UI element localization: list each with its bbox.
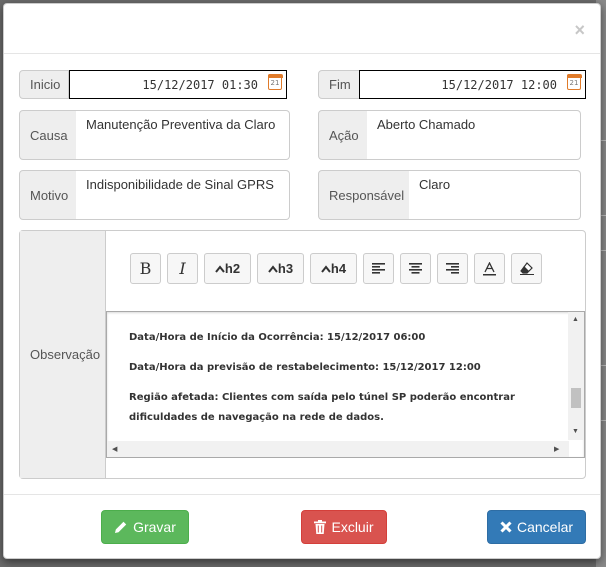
- gravar-button[interactable]: Gravar: [101, 510, 189, 544]
- causa-textarea[interactable]: Manutenção Preventiva da Claro: [76, 110, 290, 160]
- acao-label: Ação: [318, 110, 368, 160]
- modal-footer-divider: [4, 494, 600, 495]
- caret-up-icon: [268, 264, 278, 273]
- cancelar-button[interactable]: Cancelar: [487, 510, 586, 544]
- align-right-button[interactable]: [437, 253, 468, 284]
- scroll-down-icon[interactable]: ▼: [572, 428, 579, 435]
- inicio-datetime-input[interactable]: 15/12/2017 01:30 21: [69, 70, 287, 99]
- align-right-icon: [446, 263, 459, 274]
- caret-up-icon: [321, 264, 331, 273]
- trash-icon: [314, 520, 327, 534]
- scroll-right-icon[interactable]: ▶: [554, 445, 559, 453]
- excluir-button[interactable]: Excluir: [301, 510, 387, 544]
- inicio-value: 15/12/2017 01:30: [142, 77, 258, 92]
- close-icon: [500, 521, 512, 533]
- font-color-icon: [483, 261, 496, 275]
- editor-toolbar: B I h2 h3 h4: [130, 253, 542, 284]
- h3-label: h3: [277, 261, 294, 276]
- observacao-group: Observação B I h2 h3 h4 Data/Hora de Iní…: [19, 230, 586, 479]
- calendar-icon[interactable]: 21: [267, 73, 283, 90]
- inicio-label: Inicio: [19, 70, 69, 99]
- align-center-icon: [409, 263, 422, 274]
- eraser-button[interactable]: [511, 253, 542, 284]
- bold-icon: B: [139, 259, 152, 278]
- editor-line-forecast: Data/Hora da previsão de restabeleciment…: [129, 362, 481, 373]
- horizontal-scrollbar[interactable]: ◀ ▶: [107, 441, 569, 457]
- vertical-scrollbar[interactable]: ▲ ▼: [568, 312, 584, 440]
- h2-button[interactable]: h2: [204, 253, 251, 284]
- editor-content[interactable]: Data/Hora de Início da Ocorrência: 15/12…: [129, 328, 554, 438]
- h3-button[interactable]: h3: [257, 253, 304, 284]
- acao-textarea[interactable]: Aberto Chamado: [367, 110, 581, 160]
- motivo-label: Motivo: [19, 170, 77, 220]
- bold-button[interactable]: B: [130, 253, 161, 284]
- caret-up-icon: [215, 264, 225, 273]
- close-icon[interactable]: ×: [574, 20, 585, 41]
- h4-label: h4: [330, 261, 347, 276]
- h2-label: h2: [224, 261, 241, 276]
- responsavel-textarea[interactable]: Claro: [409, 170, 581, 220]
- italic-icon: I: [179, 259, 186, 278]
- italic-button[interactable]: I: [167, 253, 198, 284]
- font-color-button[interactable]: [474, 253, 505, 284]
- scrollbar-thumb[interactable]: [571, 388, 581, 408]
- editor-line-start: Data/Hora de Início da Ocorrência: 15/12…: [129, 332, 426, 343]
- pencil-icon: [115, 521, 127, 533]
- modal-header: ×: [4, 4, 600, 54]
- observacao-label: Observação: [20, 231, 106, 478]
- align-center-button[interactable]: [400, 253, 431, 284]
- eraser-icon: [519, 262, 534, 275]
- align-left-button[interactable]: [363, 253, 394, 284]
- h4-button[interactable]: h4: [310, 253, 357, 284]
- calendar-icon[interactable]: 21: [566, 73, 582, 90]
- modal-dialog: × Inicio 15/12/2017 01:30 21 Fim 15/12/2…: [3, 3, 601, 559]
- cancelar-label: Cancelar: [516, 519, 574, 535]
- scroll-left-icon[interactable]: ◀: [112, 445, 117, 453]
- observacao-editor[interactable]: Data/Hora de Início da Ocorrência: 15/12…: [106, 311, 585, 458]
- scroll-up-icon[interactable]: ▲: [572, 316, 579, 323]
- motivo-textarea[interactable]: Indisponibilidade de Sinal GPRS: [76, 170, 290, 220]
- fim-datetime-input[interactable]: 15/12/2017 12:00 21: [359, 70, 586, 99]
- causa-label: Causa: [19, 110, 77, 160]
- fim-label: Fim: [318, 70, 360, 99]
- align-left-icon: [372, 263, 385, 274]
- gravar-label: Gravar: [133, 519, 176, 535]
- excluir-label: Excluir: [331, 519, 374, 535]
- editor-line-region: Região afetada: Clientes com saída pelo …: [129, 392, 515, 423]
- responsavel-label: Responsável: [318, 170, 410, 220]
- fim-value: 15/12/2017 12:00: [441, 77, 557, 92]
